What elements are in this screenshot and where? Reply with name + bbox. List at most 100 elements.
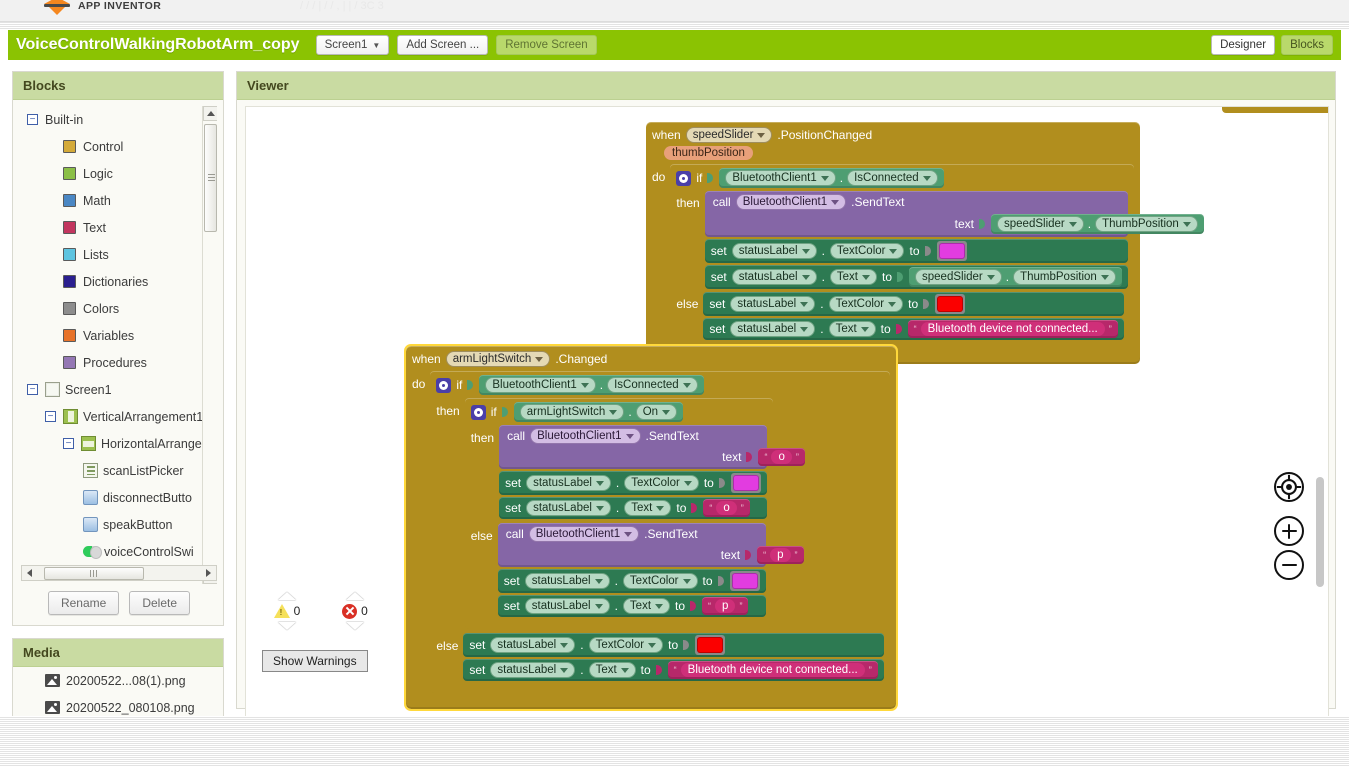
blocks-tree[interactable]: − Built-in Control Logic Math Text Lists Dictio… bbox=[21, 106, 217, 584]
property-dropdown[interactable]: ThumbPosition bbox=[1095, 216, 1198, 232]
app-inventor-logo[interactable]: APP INVENTOR bbox=[44, 0, 161, 16]
delete-button[interactable]: Delete bbox=[129, 591, 191, 615]
canvas-vertical-scrollbar[interactable] bbox=[1316, 477, 1324, 587]
component-dropdown[interactable]: speedSlider bbox=[997, 216, 1084, 232]
blocks-canvas[interactable]: when speedSlider .PositionChanged thumbP… bbox=[245, 106, 1329, 767]
sidebar-item-math[interactable]: Math bbox=[21, 187, 217, 214]
block-armlightswitch-on[interactable]: armLightSwitch . On bbox=[513, 402, 684, 422]
component-dropdown[interactable]: statusLabel bbox=[526, 475, 611, 491]
block-text-string-disconnected[interactable]: “ Bluetooth device not connected... ” bbox=[667, 661, 878, 679]
armlightswitch-component-dropdown[interactable]: armLightSwitch bbox=[445, 351, 551, 367]
property-dropdown[interactable]: TextColor bbox=[828, 296, 904, 312]
block-outer-if-then-else[interactable]: if BluetoothClient1 . IsConnected then i… bbox=[430, 371, 890, 693]
block-set-statuslabel-textcolor-else[interactable]: set statusLabel . TextColor to bbox=[703, 292, 1124, 316]
component-dropdown[interactable]: statusLabel bbox=[731, 243, 817, 259]
property-dropdown[interactable]: Text bbox=[622, 598, 671, 614]
sidebar-item-variables[interactable]: Variables bbox=[21, 322, 217, 349]
center-blocks-icon[interactable] bbox=[1274, 472, 1304, 502]
property-dropdown[interactable]: On bbox=[635, 404, 678, 420]
sidebar-item-screen1[interactable]: − Screen1 bbox=[21, 376, 217, 403]
scroll-right-arrow-icon[interactable] bbox=[201, 566, 216, 580]
property-dropdown[interactable]: TextColor bbox=[624, 475, 699, 491]
tab-designer[interactable]: Designer bbox=[1211, 35, 1276, 55]
string-value[interactable]: p bbox=[715, 599, 736, 613]
magenta-color-chip[interactable] bbox=[732, 475, 759, 491]
component-dropdown[interactable]: statusLabel bbox=[490, 662, 576, 678]
property-dropdown[interactable]: IsConnected bbox=[847, 170, 938, 186]
property-dropdown[interactable]: TextColor bbox=[588, 637, 664, 653]
screen-select-dropdown[interactable]: Screen1 ▼ bbox=[315, 35, 390, 55]
red-color-chip[interactable] bbox=[937, 296, 964, 312]
component-dropdown[interactable]: statusLabel bbox=[731, 269, 817, 285]
property-dropdown[interactable]: ThumbPosition bbox=[1013, 269, 1116, 285]
property-dropdown[interactable]: TextColor bbox=[622, 573, 698, 589]
sidebar-item-scanlistpicker[interactable]: scanListPicker bbox=[21, 457, 217, 484]
component-dropdown[interactable]: armLightSwitch bbox=[519, 404, 625, 420]
component-dropdown[interactable]: BluetoothClient1 bbox=[528, 526, 640, 542]
block-text-string-off-status[interactable]: “ p ” bbox=[702, 597, 749, 615]
component-dropdown[interactable]: BluetoothClient1 bbox=[485, 377, 596, 393]
show-warnings-button[interactable]: Show Warnings bbox=[262, 650, 368, 672]
block-set-statuslabel-text-disconnected[interactable]: set statusLabel . Text to “ Bluetooth de… bbox=[463, 659, 884, 681]
component-dropdown[interactable]: BluetoothClient1 bbox=[735, 194, 847, 210]
sidebar-item-speakbutton[interactable]: speakButton bbox=[21, 511, 217, 538]
warning-counter[interactable]: 0 bbox=[267, 592, 307, 630]
tree-vertical-scrollbar[interactable] bbox=[202, 106, 217, 584]
mutator-gear-icon[interactable] bbox=[470, 404, 486, 420]
block-bluetoothclient-isconnected[interactable]: BluetoothClient1 . IsConnected bbox=[479, 375, 704, 395]
block-set-statuslabel-textcolor-off[interactable]: set statusLabel . TextColor to bbox=[497, 569, 766, 593]
block-text-string-on[interactable]: “ o ” bbox=[758, 448, 805, 466]
component-dropdown[interactable]: statusLabel bbox=[526, 500, 611, 516]
block-text-string-off[interactable]: “ p ” bbox=[757, 546, 804, 564]
error-up-arrow-icon[interactable] bbox=[346, 592, 364, 600]
tree-hscroll-thumb[interactable] bbox=[44, 566, 144, 580]
collapse-toggle-icon[interactable]: − bbox=[27, 384, 38, 395]
block-set-statuslabel-textcolor-disconnected[interactable]: set statusLabel . TextColor to bbox=[463, 633, 884, 657]
property-dropdown[interactable]: TextColor bbox=[829, 243, 905, 259]
property-dropdown[interactable]: Text bbox=[828, 321, 876, 337]
component-dropdown[interactable]: speedSlider bbox=[915, 269, 1002, 285]
zoom-out-button[interactable] bbox=[1274, 550, 1304, 580]
sidebar-item-horizontalarrangen[interactable]: − HorizontalArrangen bbox=[21, 430, 217, 457]
component-dropdown[interactable]: BluetoothClient1 bbox=[725, 170, 836, 186]
scroll-left-arrow-icon[interactable] bbox=[22, 566, 37, 580]
color-picker-block[interactable] bbox=[936, 241, 967, 261]
sidebar-item-lists[interactable]: Lists bbox=[21, 241, 217, 268]
string-value[interactable]: p bbox=[770, 548, 791, 562]
partial-block-top-right[interactable] bbox=[1222, 107, 1328, 113]
color-picker-block[interactable] bbox=[729, 571, 760, 591]
sidebar-item-colors[interactable]: Colors bbox=[21, 295, 217, 322]
sidebar-item-procedures[interactable]: Procedures bbox=[21, 349, 217, 376]
block-bluetoothclient-isconnected[interactable]: BluetoothClient1 . IsConnected bbox=[719, 168, 944, 188]
scroll-up-arrow-icon[interactable] bbox=[203, 106, 217, 121]
collapse-toggle-icon[interactable]: − bbox=[63, 438, 74, 449]
color-picker-block[interactable] bbox=[730, 473, 761, 493]
property-dropdown[interactable]: Text bbox=[624, 500, 672, 516]
remove-screen-button[interactable]: Remove Screen bbox=[496, 35, 597, 55]
string-value[interactable]: Bluetooth device not connected... bbox=[680, 663, 865, 677]
block-set-statuslabel-text-off[interactable]: set statusLabel . Text to “ p ” bbox=[497, 595, 766, 617]
sidebar-item-disconnectbutto[interactable]: disconnectButto bbox=[21, 484, 217, 511]
property-dropdown[interactable]: IsConnected bbox=[607, 377, 698, 393]
magenta-color-chip[interactable] bbox=[731, 573, 758, 589]
tree-scroll-thumb[interactable] bbox=[204, 124, 217, 232]
sidebar-item-voicecontrolswi[interactable]: voiceControlSwi bbox=[21, 538, 217, 565]
block-set-statuslabel-text-on[interactable]: set statusLabel . Text to “ o ” bbox=[499, 497, 767, 519]
mutator-gear-icon[interactable] bbox=[436, 377, 452, 393]
sidebar-item-logic[interactable]: Logic bbox=[21, 160, 217, 187]
block-inner-if-then-else[interactable]: if armLightSwitch . On then call Bluetoo… bbox=[464, 398, 805, 629]
sidebar-item-control[interactable]: Control bbox=[21, 133, 217, 160]
red-color-chip[interactable] bbox=[697, 637, 724, 653]
collapse-toggle-icon[interactable]: − bbox=[45, 411, 56, 422]
component-dropdown[interactable]: statusLabel bbox=[490, 637, 576, 653]
warning-up-arrow-icon[interactable] bbox=[278, 592, 296, 600]
component-dropdown[interactable]: statusLabel bbox=[730, 296, 816, 312]
rename-button[interactable]: Rename bbox=[47, 591, 120, 615]
component-dropdown[interactable]: statusLabel bbox=[524, 598, 610, 614]
component-dropdown[interactable]: statusLabel bbox=[730, 321, 816, 337]
speedslider-component-dropdown[interactable]: speedSlider bbox=[685, 127, 773, 143]
color-picker-block[interactable] bbox=[695, 635, 726, 655]
sidebar-item-dictionaries[interactable]: Dictionaries bbox=[21, 268, 217, 295]
sidebar-item-verticalarrangement1[interactable]: − VerticalArrangement1 bbox=[21, 403, 217, 430]
block-set-statuslabel-text-else[interactable]: set statusLabel . Text to “ Bluetooth de… bbox=[703, 318, 1124, 340]
